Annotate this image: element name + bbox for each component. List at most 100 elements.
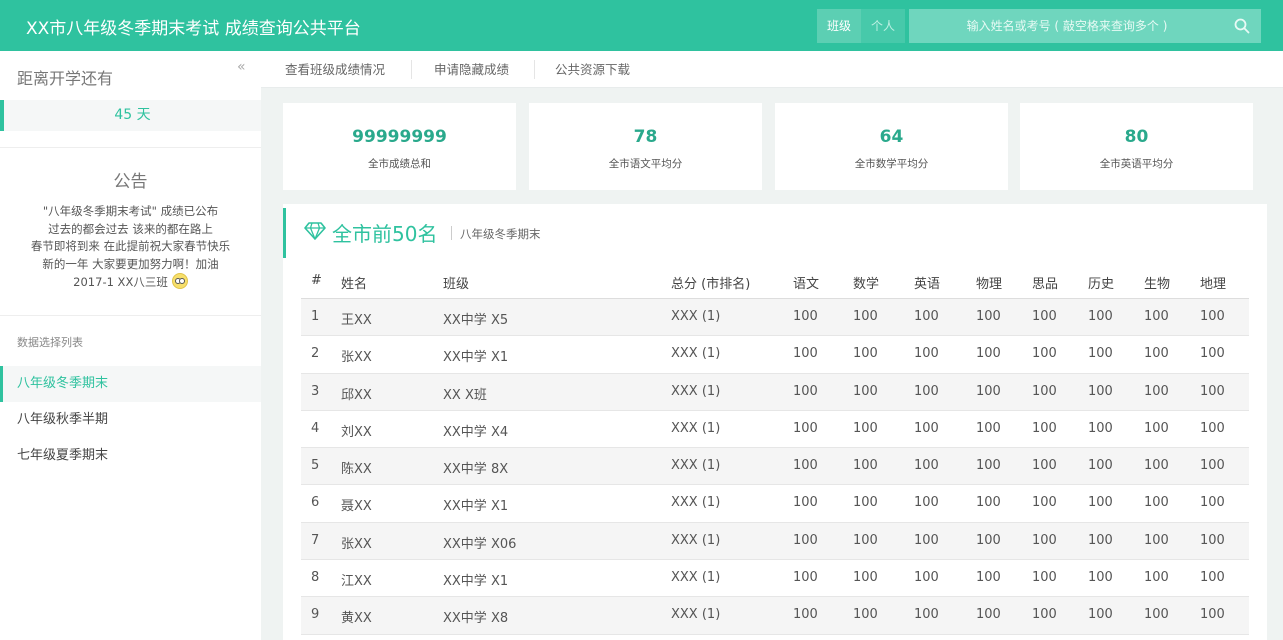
subnav-hide-scores-link[interactable]: 申请隐藏成绩	[434, 51, 509, 88]
stat-card-math-avg: 64 全市数学平均分	[775, 103, 1008, 190]
column-header: 姓名	[341, 277, 368, 292]
stat-value: 78	[633, 127, 658, 147]
stat-label: 全市英语平均分	[1099, 158, 1174, 170]
table-cell: 100	[853, 532, 878, 548]
table-cell: 100	[1144, 383, 1169, 399]
notice-body: "八年级冬季期末考试" 成绩已公布 过去的都会过去 该来的都在路上 春节即将到来…	[0, 203, 261, 292]
notice-line: 春节即将到来 在此提前祝大家春节快乐	[30, 239, 231, 253]
scope-class-button[interactable]: 班级	[817, 9, 862, 43]
search-scope-toggle: 班级 个人	[817, 9, 906, 43]
table-cell: 100	[1144, 420, 1169, 436]
table-cell: 100	[793, 495, 818, 511]
table-cell: 100	[1144, 346, 1169, 362]
column-header: 班级	[443, 277, 470, 292]
table-cell: 100	[914, 570, 939, 586]
ranking-table-header: # 姓名 班级 总分 (市排名) 语文 数学 英语 物理 思品 历史 生物 地理	[301, 262, 1249, 299]
column-header: 物理	[976, 277, 1003, 292]
notice-line: 过去的都会过去 该来的都在路上	[48, 221, 213, 236]
column-header: 数学	[853, 277, 880, 292]
table-cell: XX中学 X1	[443, 499, 509, 515]
table-cell: 100	[1200, 532, 1225, 548]
table-cell: 100	[1200, 495, 1225, 511]
table-cell: 100	[914, 383, 939, 399]
table-cell: 100	[853, 420, 878, 436]
table-cell: 100	[1144, 570, 1169, 586]
column-header: 思品	[1032, 277, 1059, 292]
ranking-panel: 全市前50名 八年级冬季期末 # 姓名 班级 总分 (市排名) 语文 数学 英语 物理 思品 历史…	[283, 204, 1267, 640]
table-cell: XXX (1)	[671, 532, 721, 548]
table-cell: 100	[1032, 532, 1057, 548]
table-cell: 100	[1032, 346, 1057, 362]
table-cell: 100	[793, 346, 818, 362]
notice-signature-line: 2017-1 XX八三班	[0, 273, 261, 292]
countdown-label: 距离开学还有	[17, 69, 114, 88]
collapse-sidebar-icon[interactable]: «	[237, 59, 246, 75]
sub-nav: 查看班级成绩情况 申请隐藏成绩 公共资源下载	[261, 51, 1283, 88]
table-row: 2 张XX XX中学 X1 XXX (1) 100 100 100 100 100 100 100 1…	[301, 336, 1249, 374]
dataset-item-winter-final-grade8[interactable]: 八年级冬季期末	[0, 366, 261, 402]
table-cell: 100	[1088, 607, 1113, 623]
ranking-subtitle: 八年级冬季期末	[460, 227, 541, 241]
table-cell: 100	[1032, 607, 1057, 623]
table-cell: 100	[976, 570, 1001, 586]
table-cell: 9	[311, 607, 320, 623]
table-cell: 100	[1032, 570, 1057, 586]
scope-person-button[interactable]: 个人	[861, 9, 906, 43]
stat-label: 全市成绩总和	[368, 158, 431, 170]
notice-title: 公告	[113, 172, 148, 192]
subnav-class-scores-link[interactable]: 查看班级成绩情况	[285, 51, 385, 88]
table-cell: 100	[1088, 570, 1113, 586]
table-cell: XX中学 X1	[443, 574, 509, 590]
table-cell: XX X班	[443, 387, 487, 403]
notice-line: 新的一年 大家要更加努力啊！加油	[42, 256, 219, 271]
dataset-item-summer-final-grade7[interactable]: 七年级夏季期末	[0, 438, 261, 474]
table-cell: 100	[1144, 458, 1169, 474]
table-cell: XX中学 X1	[443, 350, 509, 366]
search-icon[interactable]	[1233, 17, 1251, 35]
ranking-title: 全市前50名	[332, 222, 438, 246]
table-cell: 100	[1088, 495, 1113, 511]
table-cell: 张XX	[341, 350, 372, 366]
table-cell: 100	[793, 420, 818, 436]
table-cell: 100	[1200, 309, 1225, 324]
dataset-item-autumn-midterm-grade8[interactable]: 八年级秋季半期	[0, 402, 261, 438]
stat-value: 80	[1124, 127, 1149, 147]
table-cell: 7	[311, 532, 320, 548]
table-cell: 4	[311, 420, 320, 436]
table-cell: 100	[914, 420, 939, 436]
table-cell: 聂XX	[341, 499, 372, 515]
table-cell: 100	[1032, 420, 1057, 436]
table-cell: 100	[1144, 495, 1169, 511]
table-cell: 黄XX	[341, 611, 372, 627]
table-cell: 100	[914, 346, 939, 362]
table-cell: XXX (1)	[671, 383, 721, 399]
table-cell: 100	[853, 458, 878, 474]
table-cell: XXX (1)	[671, 607, 721, 623]
sidebar: « 距离开学还有 45 天 公告 "八年级冬季期末考试" 成绩已公布 过去的都会…	[0, 51, 261, 640]
column-header: 生物	[1144, 277, 1171, 292]
table-cell: 100	[914, 309, 939, 324]
table-cell: XXX (1)	[671, 495, 721, 511]
table-cell: 2	[311, 346, 320, 362]
table-cell: 1	[311, 309, 320, 324]
table-cell: 6	[311, 495, 320, 511]
table-cell: 100	[914, 495, 939, 511]
table-cell: XX中学 X5	[443, 313, 509, 328]
panel-accent-bar	[283, 208, 286, 258]
column-header: 历史	[1088, 277, 1115, 292]
table-cell: 100	[914, 532, 939, 548]
subnav-downloads-link[interactable]: 公共资源下载	[555, 51, 630, 88]
ranking-table-body: 1 王XX XX中学 X5 XXX (1) 100 100 100 100 100 100 100 1…	[301, 299, 1249, 635]
column-header: #	[311, 273, 322, 288]
table-cell: XXX (1)	[671, 570, 721, 586]
table-cell: 100	[914, 607, 939, 623]
table-cell: 100	[1088, 346, 1113, 362]
table-cell: 张XX	[341, 536, 372, 552]
table-cell: 5	[311, 458, 320, 474]
table-row: 4 刘XX XX中学 X4 XXX (1) 100 100 100 100 100 100 100 1…	[301, 411, 1249, 449]
table-row: 1 王XX XX中学 X5 XXX (1) 100 100 100 100 100 100 100 1…	[301, 299, 1249, 337]
search-input[interactable]	[909, 9, 1225, 43]
countdown-value: 45 天	[0, 100, 261, 131]
table-cell: 100	[976, 495, 1001, 511]
table-cell: 100	[853, 309, 878, 324]
